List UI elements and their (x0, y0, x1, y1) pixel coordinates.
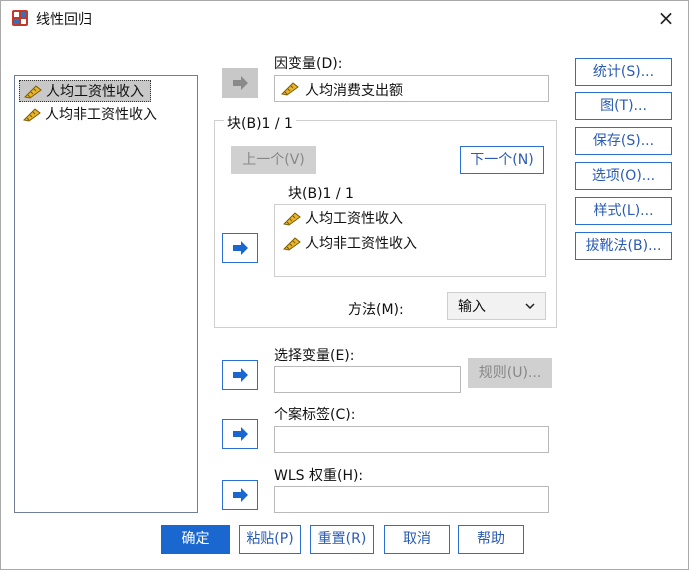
variable-list[interactable]: 人均工资性收入 人均非工资性收入 (14, 75, 198, 513)
selection-move-button[interactable] (222, 360, 258, 390)
selection-variable-field[interactable] (274, 366, 461, 393)
dependent-label: 因变量(D): (274, 56, 343, 72)
method-select[interactable]: 输入 (447, 292, 546, 320)
reset-button[interactable]: 重置(R) (310, 525, 374, 554)
arrow-right-icon (233, 241, 248, 255)
case-labels-label: 个案标签(C): (274, 407, 356, 423)
options-button[interactable]: 选项(O)... (575, 162, 672, 190)
list-item[interactable]: 人均非工资性收入 (19, 104, 163, 126)
list-item[interactable]: 人均工资性收入 (279, 208, 409, 230)
cancel-button[interactable]: 取消 (384, 525, 450, 554)
list-item-label: 人均非工资性收入 (305, 236, 417, 252)
method-label: 方法(M): (348, 302, 404, 318)
list-item[interactable]: 人均非工资性收入 (279, 233, 423, 255)
regression-app-icon (10, 8, 30, 28)
plots-button[interactable]: 图(T)... (575, 92, 672, 120)
scale-ruler-icon (283, 237, 301, 251)
list-item[interactable]: 人均工资性收入 (19, 80, 151, 102)
block-group-label: 块(B)1 / 1 (224, 113, 296, 133)
method-select-value: 输入 (458, 299, 486, 315)
style-button[interactable]: 样式(L)... (575, 197, 672, 225)
list-item-label: 人均非工资性收入 (45, 107, 157, 123)
dependent-field[interactable]: 人均消费支出额 (274, 75, 549, 102)
paste-button[interactable]: 粘贴(P) (239, 525, 301, 554)
chevron-down-icon (525, 303, 535, 309)
title-bar: 线性回归 × (0, 0, 689, 36)
arrow-right-icon (233, 488, 248, 502)
dependent-move-button[interactable] (222, 68, 258, 98)
wls-weight-label: WLS 权重(H): (274, 468, 364, 484)
scale-ruler-icon (283, 212, 301, 226)
save-button[interactable]: 保存(S)... (575, 127, 672, 155)
dependent-value: 人均消费支出额 (305, 83, 403, 99)
previous-block-button[interactable]: 上一个(V) (231, 146, 316, 174)
statistics-button[interactable]: 统计(S)... (575, 58, 672, 86)
scale-ruler-icon (23, 108, 41, 122)
selection-variable-label: 选择变量(E): (274, 348, 355, 364)
window-title: 线性回归 (36, 12, 92, 28)
arrow-right-icon (233, 368, 248, 382)
bootstrap-button[interactable]: 拔靴法(B)... (575, 232, 672, 260)
help-button[interactable]: 帮助 (458, 525, 524, 554)
block-inner-label: 块(B)1 / 1 (288, 186, 354, 202)
arrow-right-icon (233, 427, 248, 441)
close-button[interactable]: × (652, 4, 680, 32)
scale-ruler-icon (281, 82, 299, 96)
case-labels-move-button[interactable] (222, 419, 258, 449)
arrow-right-icon (233, 76, 248, 90)
case-labels-field[interactable] (274, 426, 549, 453)
list-item-label: 人均工资性收入 (46, 84, 144, 100)
wls-move-button[interactable] (222, 480, 258, 510)
scale-ruler-icon (24, 85, 42, 99)
next-block-button[interactable]: 下一个(N) (460, 146, 544, 174)
rule-button[interactable]: 规则(U)... (468, 358, 552, 388)
independent-list[interactable]: 人均工资性收入 人均非工资性收入 (274, 204, 546, 277)
independent-move-button[interactable] (222, 233, 258, 263)
list-item-label: 人均工资性收入 (305, 211, 403, 227)
wls-weight-field[interactable] (274, 486, 549, 513)
ok-button[interactable]: 确定 (161, 525, 230, 554)
